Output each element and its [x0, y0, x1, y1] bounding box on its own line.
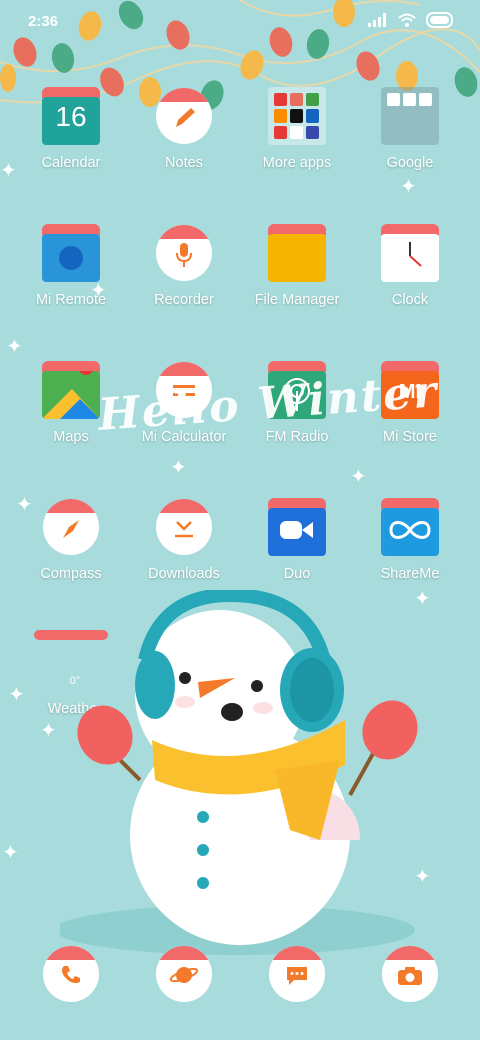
app-label: Google — [386, 155, 434, 171]
app-label: Duo — [283, 566, 311, 582]
app-label: Recorder — [154, 292, 214, 308]
camera-icon[interactable] — [381, 945, 439, 1003]
app-notes[interactable]: Notes — [129, 87, 239, 171]
microphone-icon — [155, 224, 213, 282]
sparkle-decoration: ✦ — [2, 842, 19, 864]
signal-icon — [368, 13, 386, 27]
notes-icon — [155, 87, 213, 145]
app-label: File Manager — [254, 292, 340, 308]
app-calendar[interactable]: 16 Calendar — [16, 87, 126, 171]
app-label: Notes — [165, 155, 203, 171]
app-label: More apps — [262, 155, 332, 171]
sparkle-decoration: ✦ — [40, 720, 57, 742]
sparkle-decoration: ✦ — [8, 684, 25, 706]
app-label: Clock — [391, 292, 429, 308]
messages-icon[interactable] — [268, 945, 326, 1003]
browser-planet-icon[interactable] — [155, 945, 213, 1003]
app-recorder[interactable]: Recorder — [129, 224, 239, 308]
app-label: FM Radio — [265, 429, 329, 445]
calendar-icon: 16 — [42, 87, 100, 145]
sparkle-decoration: ✦ — [400, 176, 417, 198]
app-file-manager[interactable]: File Manager — [242, 224, 352, 308]
video-camera-icon — [268, 498, 326, 556]
maps-icon — [42, 361, 100, 419]
app-label: Compass — [40, 566, 102, 582]
snowman-illustration — [60, 590, 418, 955]
infinity-icon — [381, 498, 439, 556]
folder-icon — [268, 87, 326, 145]
sparkle-decoration: ✦ — [6, 336, 23, 358]
wifi-icon — [398, 13, 416, 27]
sparkle-decoration: ✦ — [414, 866, 431, 888]
remote-icon — [42, 224, 100, 282]
app-more-apps-folder[interactable]: More apps — [242, 87, 352, 171]
app-duo[interactable]: Duo — [242, 498, 352, 582]
sparkle-decoration: ✦ — [170, 457, 187, 479]
sparkle-decoration: ✦ — [414, 588, 431, 610]
sparkle-decoration: ✦ — [90, 280, 107, 302]
sparkle-decoration: ✦ — [16, 494, 33, 516]
sparkle-decoration: ✦ — [350, 466, 367, 488]
compass-icon — [42, 498, 100, 556]
clock-icon — [381, 224, 439, 282]
folder-icon — [381, 87, 439, 145]
dock — [0, 945, 480, 1005]
app-label: Mi Remote — [35, 292, 107, 308]
app-label: Calendar — [41, 155, 101, 171]
calendar-date: 16 — [55, 101, 87, 132]
app-label: ShareMe — [380, 566, 440, 582]
phone-icon[interactable] — [42, 945, 100, 1003]
folder-icon — [268, 224, 326, 282]
app-google-folder[interactable]: Google — [355, 87, 465, 171]
app-label: Downloads — [148, 566, 220, 582]
sparkle-decoration: ✦ — [0, 160, 17, 182]
app-shareme[interactable]: ShareMe — [355, 498, 465, 582]
app-downloads[interactable]: Downloads — [129, 498, 239, 582]
app-label: Mi Store — [383, 429, 437, 445]
status-bar: 2:36 — [0, 0, 480, 44]
download-icon — [155, 498, 213, 556]
status-time: 2:36 — [28, 13, 59, 30]
app-clock[interactable]: Clock — [355, 224, 465, 308]
app-mi-remote[interactable]: Mi Remote — [16, 224, 126, 308]
battery-icon — [426, 12, 453, 28]
